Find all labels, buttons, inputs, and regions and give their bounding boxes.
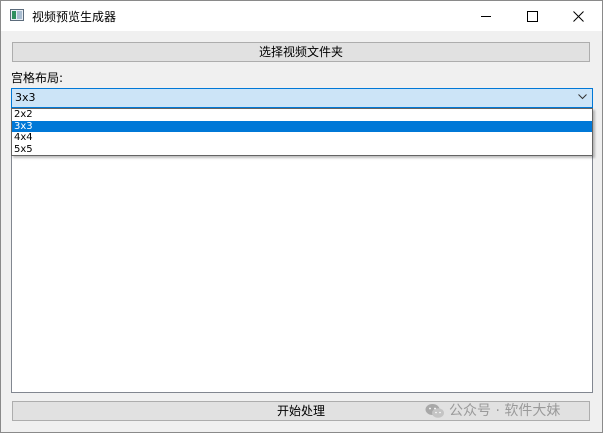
close-icon xyxy=(572,10,584,22)
start-processing-button[interactable]: 开始处理 xyxy=(12,401,590,421)
grid-layout-label: 宫格布局: xyxy=(11,71,64,85)
grid-layout-combobox[interactable]: 3x3 xyxy=(11,88,593,108)
window-title: 视频预览生成器 xyxy=(32,10,117,24)
preview-area xyxy=(11,156,593,393)
minimize-button[interactable] xyxy=(463,1,509,31)
chevron-down-icon[interactable] xyxy=(578,94,587,100)
dropdown-option-2x2[interactable]: 2x2 xyxy=(12,109,592,121)
grid-layout-dropdown-list: 2x2 3x3 4x4 5x5 xyxy=(11,108,593,156)
minimize-icon xyxy=(481,15,491,17)
title-bar: 视频预览生成器 xyxy=(1,1,602,31)
dropdown-option-4x4[interactable]: 4x4 xyxy=(12,132,592,144)
maximize-button[interactable] xyxy=(509,1,555,31)
app-window-icon xyxy=(10,9,24,21)
dropdown-option-5x5[interactable]: 5x5 xyxy=(12,144,592,156)
maximize-icon xyxy=(526,10,538,22)
grid-layout-selected-value: 3x3 xyxy=(15,91,36,104)
app-window: 视频预览生成器 选择视频文件夹 宫格布局: 3x3 2x2 3x3 4x4 5x… xyxy=(0,0,603,433)
select-folder-button[interactable]: 选择视频文件夹 xyxy=(12,42,590,62)
close-button[interactable] xyxy=(555,1,601,31)
dropdown-option-3x3[interactable]: 3x3 xyxy=(12,120,592,132)
